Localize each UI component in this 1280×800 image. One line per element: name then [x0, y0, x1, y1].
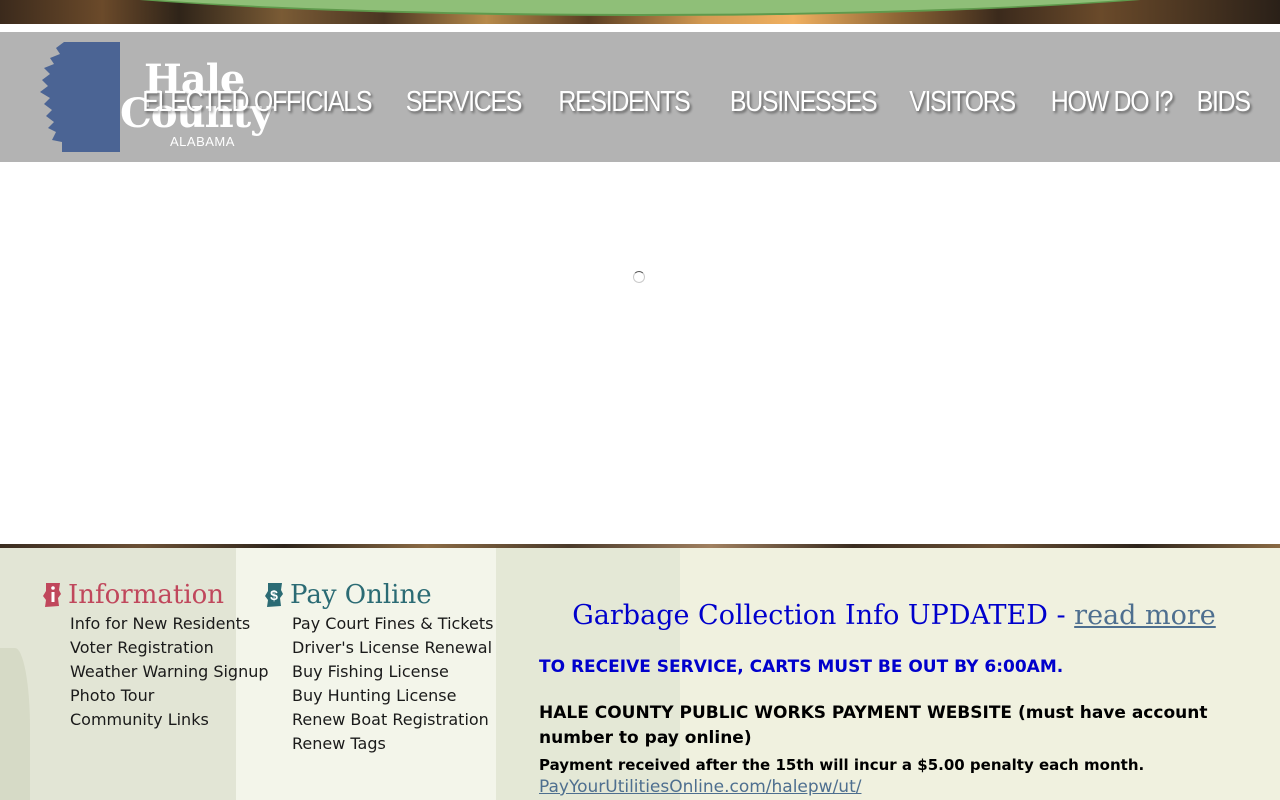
- link-drivers-license-renewal[interactable]: Driver's License Renewal: [292, 636, 493, 660]
- payment-website-title: HALE COUNTY PUBLIC WORKS PAYMENT WEBSITE…: [539, 703, 1208, 748]
- information-links: Info for New Residents Voter Registratio…: [42, 612, 269, 732]
- headline-text: Garbage Collection Info UPDATED -: [572, 600, 1075, 631]
- read-more-link[interactable]: read more: [1074, 600, 1216, 631]
- nav-bids[interactable]: BIDS: [1197, 86, 1251, 119]
- dollar-icon: $: [265, 583, 283, 607]
- payment-website-link[interactable]: PayYourUtilitiesOnline.com/halepw/ut/: [539, 777, 1249, 797]
- logo-state-text: ALABAMA: [170, 134, 235, 149]
- announcement-headline: Garbage Collection Info UPDATED - read m…: [539, 600, 1249, 631]
- link-renew-boat-registration[interactable]: Renew Boat Registration: [292, 708, 493, 732]
- nav-services[interactable]: SERVICES: [406, 86, 523, 119]
- link-community-links[interactable]: Community Links: [70, 708, 269, 732]
- service-notice: TO RECEIVE SERVICE, CARTS MUST BE OUT BY…: [539, 657, 1064, 677]
- garbage-collection-announcement: Garbage Collection Info UPDATED - read m…: [539, 600, 1249, 797]
- footer: Information Info for New Residents Voter…: [0, 548, 1280, 800]
- nav-businesses[interactable]: BUSINESSES: [730, 86, 878, 119]
- link-weather-warning-signup[interactable]: Weather Warning Signup: [70, 660, 269, 684]
- footer-leaf-decoration: [0, 648, 30, 800]
- top-decorative-banner: [0, 0, 1280, 32]
- nav-residents[interactable]: RESIDENTS: [559, 86, 691, 119]
- link-buy-hunting-license[interactable]: Buy Hunting License: [292, 684, 493, 708]
- penalty-notice: Payment received after the 15th will inc…: [539, 756, 1145, 774]
- pay-online-column: $ Pay Online Pay Court Fines & Tickets D…: [264, 580, 493, 756]
- site-header: Hale County ALABAMA ELECTED OFFICIALS SE…: [0, 32, 1280, 162]
- link-photo-tour[interactable]: Photo Tour: [70, 684, 269, 708]
- nav-elected-officials[interactable]: ELECTED OFFICIALS: [142, 86, 372, 119]
- nav-visitors[interactable]: VISITORS: [909, 86, 1016, 119]
- link-renew-tags[interactable]: Renew Tags: [292, 732, 493, 756]
- info-icon: [43, 583, 61, 607]
- information-title: Information: [68, 580, 225, 610]
- nav-how-do-i[interactable]: HOW DO I?: [1051, 86, 1174, 119]
- pay-online-links: Pay Court Fines & Tickets Driver's Licen…: [264, 612, 493, 756]
- svg-text:$: $: [270, 587, 278, 603]
- link-info-new-residents[interactable]: Info for New Residents: [70, 612, 269, 636]
- link-voter-registration[interactable]: Voter Registration: [70, 636, 269, 660]
- information-column: Information Info for New Residents Voter…: [42, 580, 269, 732]
- loading-spinner-icon: [633, 271, 645, 283]
- information-heading: Information: [42, 580, 269, 610]
- pay-online-title: Pay Online: [290, 580, 432, 610]
- link-buy-fishing-license[interactable]: Buy Fishing License: [292, 660, 493, 684]
- main-nav: ELECTED OFFICIALS SERVICES RESIDENTS BUS…: [107, 86, 1251, 119]
- pay-online-heading: $ Pay Online: [264, 580, 493, 610]
- link-pay-court-fines[interactable]: Pay Court Fines & Tickets: [292, 612, 493, 636]
